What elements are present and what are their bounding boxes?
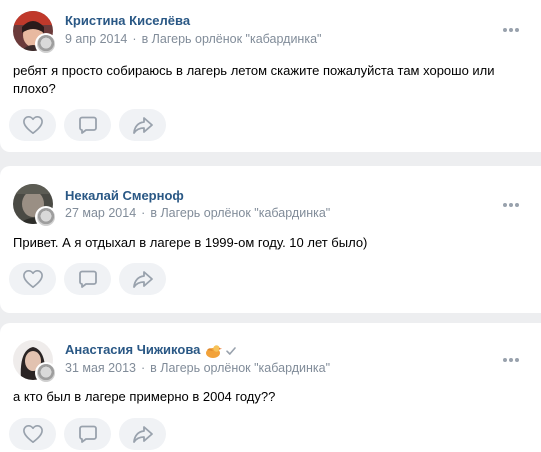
post-actions <box>9 263 166 295</box>
comment-button[interactable] <box>64 263 111 295</box>
post-date[interactable]: 27 мар 2014 <box>65 206 136 220</box>
post-text: а кто был в лагере примерно в 2004 году?… <box>13 389 276 404</box>
heart-icon <box>22 116 43 134</box>
share-icon <box>132 117 153 134</box>
post-place[interactable]: в Лагерь орлёнок "кабардинка" <box>150 206 330 220</box>
avatar[interactable] <box>13 340 57 384</box>
post-actions <box>9 418 166 450</box>
post-date[interactable]: 9 апр 2014 <box>65 32 127 46</box>
group-badge-icon <box>35 362 57 384</box>
like-button[interactable] <box>9 109 56 141</box>
more-dots-icon[interactable] <box>503 358 519 362</box>
meta-separator: · <box>140 361 146 375</box>
share-icon <box>132 426 153 443</box>
post-place[interactable]: в Лагерь орлёнок "кабардинка" <box>142 32 322 46</box>
comment-button[interactable] <box>64 109 111 141</box>
like-button[interactable] <box>9 418 56 450</box>
post-actions <box>9 109 166 141</box>
avatar[interactable] <box>13 184 57 228</box>
post: Кристина Киселёва 9 апр 2014 · в Лагерь ор… <box>0 0 541 152</box>
post-meta: 27 мар 2014 · в Лагерь орлёнок "кабардинка… <box>65 206 330 220</box>
group-badge-icon <box>35 33 57 55</box>
post-meta: 9 апр 2014 · в Лагерь орлёнок "кабардинка" <box>65 32 321 46</box>
author-name[interactable]: Некалай Смернoф <box>65 188 184 203</box>
meta-separator: · <box>141 206 146 220</box>
heart-icon <box>22 425 43 443</box>
post-place[interactable]: в Лагерь орлёнок "кабардинка" <box>150 361 330 375</box>
meta-separator: · <box>132 32 137 46</box>
post: Некалай Смернoф 27 мар 2014 · в Лагерь орл… <box>0 166 541 313</box>
check-icon <box>226 346 237 355</box>
author-name-row: Анастасия Чижикова <box>65 342 237 359</box>
comment-icon <box>78 270 97 288</box>
group-badge-icon <box>35 206 57 228</box>
bird-emoji-status-icon[interactable] <box>204 343 223 359</box>
more-dots-icon[interactable] <box>503 203 519 207</box>
more-dots-icon[interactable] <box>503 28 519 32</box>
comments-feed: Кристина Киселёва 9 апр 2014 · в Лагерь ор… <box>0 0 541 452</box>
comment-button[interactable] <box>64 418 111 450</box>
post-text: ребят я просто собираюсь в лагерь летом … <box>13 63 495 96</box>
post-text: Привет. А я отдыхал в лагере в 1999-ом г… <box>13 235 368 250</box>
author-name[interactable]: Анастасия Чижикова <box>65 342 200 357</box>
like-button[interactable] <box>9 263 56 295</box>
share-button[interactable] <box>119 263 166 295</box>
post-meta: 31 мая 2013 · в Лагерь орлёнок "кабардинка… <box>65 361 330 375</box>
avatar[interactable] <box>13 11 57 55</box>
share-button[interactable] <box>119 109 166 141</box>
post: Анастасия Чижикова 31 мая 2013 · в Лагерь … <box>0 323 541 452</box>
post-date[interactable]: 31 мая 2013 <box>65 361 136 375</box>
comment-icon <box>78 425 97 443</box>
heart-icon <box>22 270 43 288</box>
author-name[interactable]: Кристина Киселёва <box>65 13 190 28</box>
comment-icon <box>78 116 97 134</box>
share-button[interactable] <box>119 418 166 450</box>
share-icon <box>132 271 153 288</box>
